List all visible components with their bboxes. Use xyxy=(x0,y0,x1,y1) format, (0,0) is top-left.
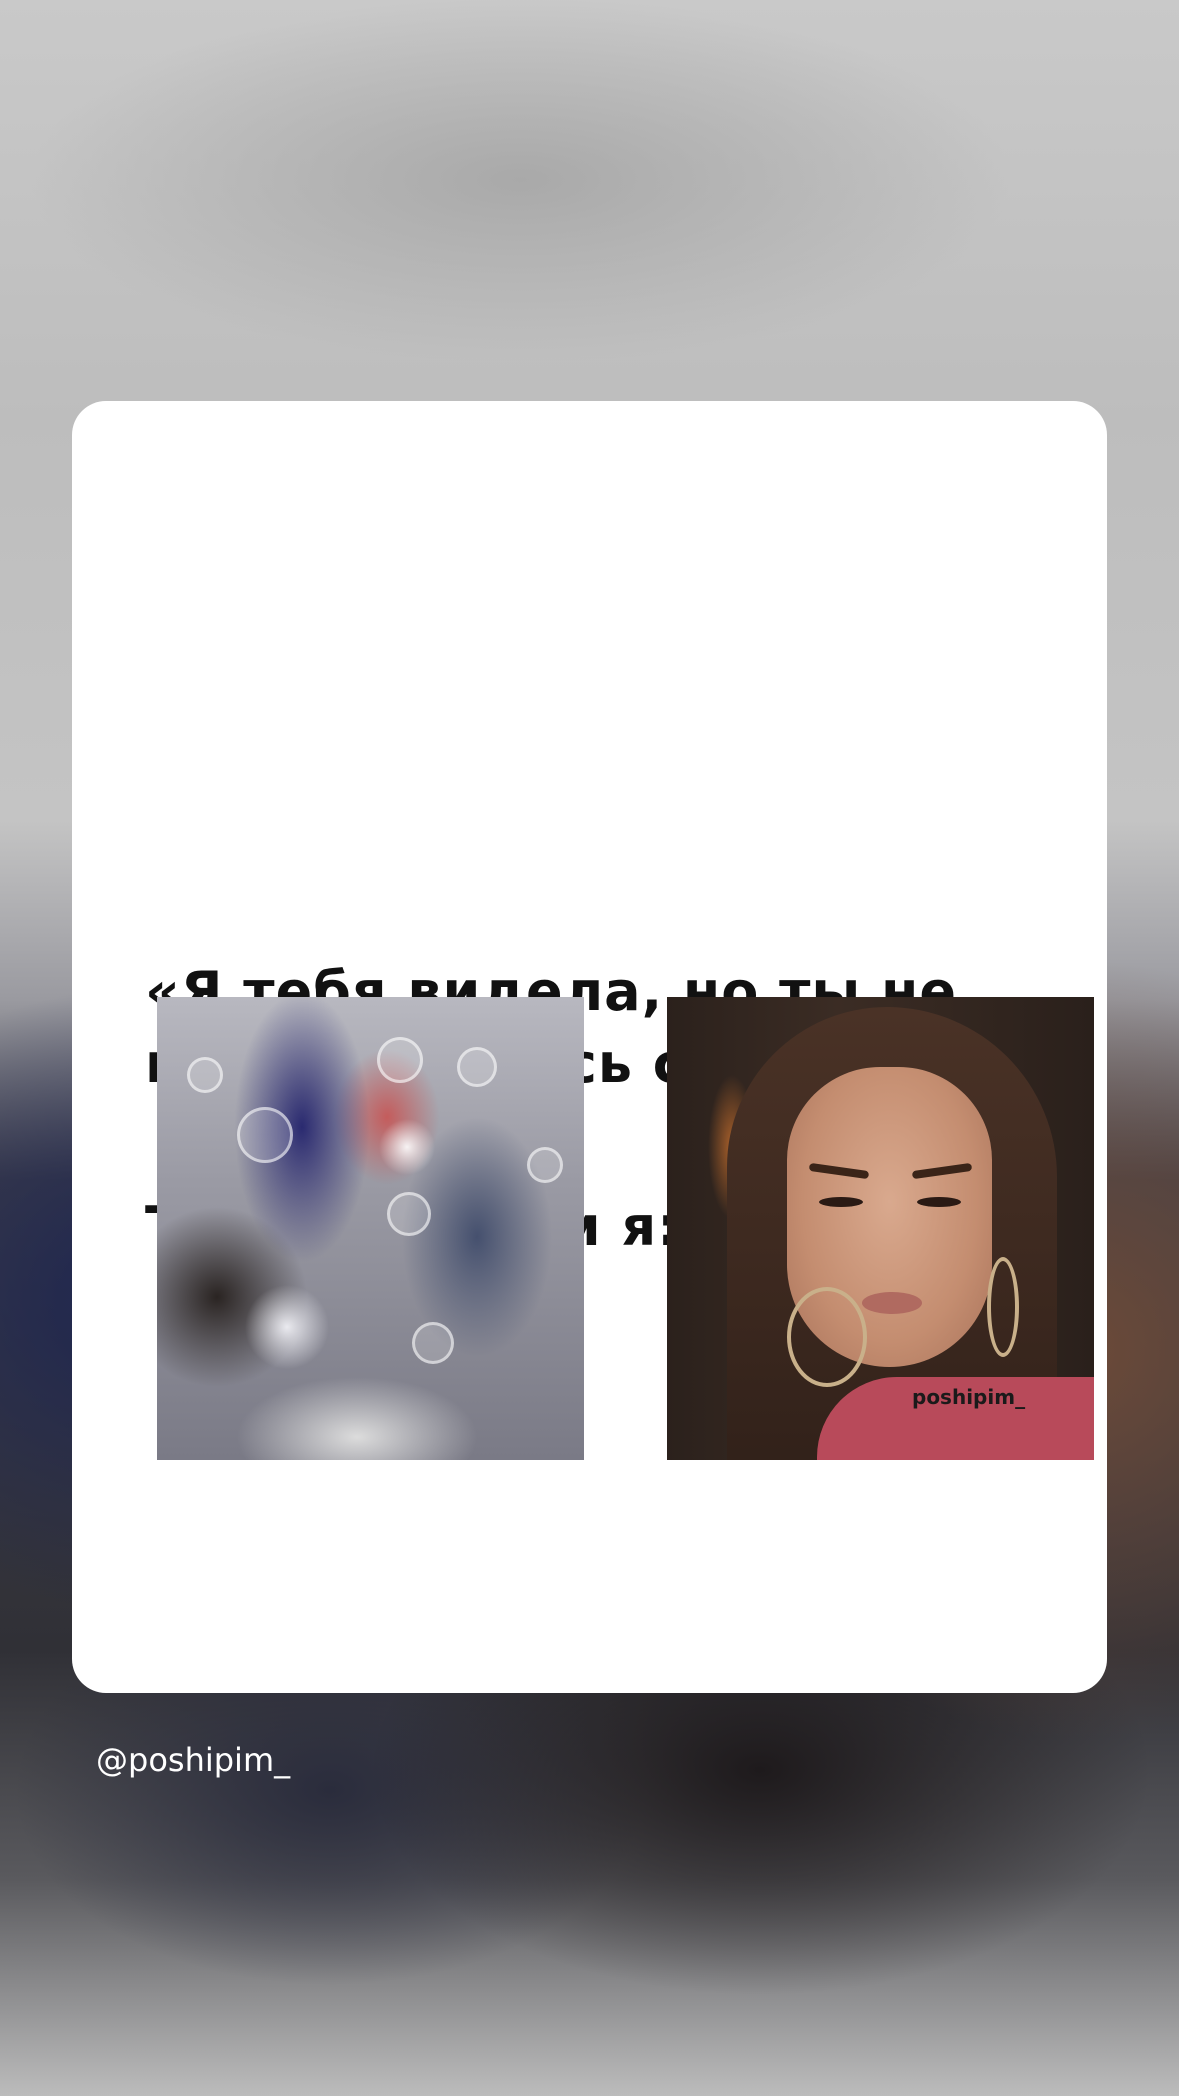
eye xyxy=(917,1197,961,1207)
blurred-crowd-image xyxy=(157,997,584,1460)
bokeh-light xyxy=(387,1192,431,1236)
hoop-earring xyxy=(787,1287,867,1387)
lips xyxy=(862,1292,922,1314)
bokeh-light xyxy=(457,1047,497,1087)
story-viewer[interactable]: «Я тебя видела, но ты не поздоровалась с… xyxy=(0,0,1179,2096)
bokeh-light xyxy=(527,1147,563,1183)
bokeh-light xyxy=(237,1107,293,1163)
author-username-link[interactable]: @poshipim_ xyxy=(96,1741,290,1779)
post-card: «Я тебя видела, но ты не поздоровалась с… xyxy=(72,401,1107,1693)
eyebrow xyxy=(808,1162,870,1180)
image-watermark: poshipim_ xyxy=(912,1385,1026,1409)
eyebrow xyxy=(911,1162,973,1180)
eye xyxy=(819,1197,863,1207)
bokeh-light xyxy=(187,1057,223,1093)
hoop-earring xyxy=(987,1257,1019,1357)
woman-squinting-image: poshipim_ xyxy=(667,997,1094,1460)
bokeh-light xyxy=(377,1037,423,1083)
bokeh-light xyxy=(412,1322,454,1364)
